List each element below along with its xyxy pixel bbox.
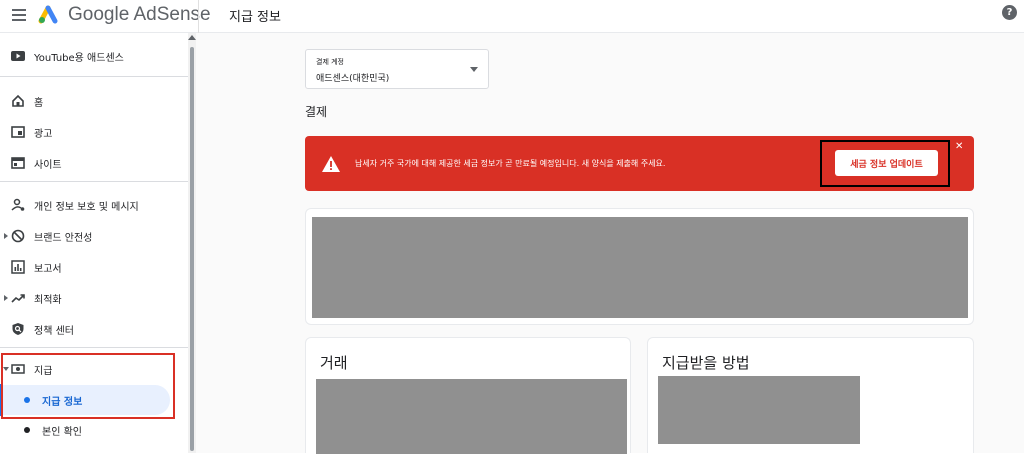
page-title: 지급 정보 xyxy=(229,10,281,25)
card-title: 지급받을 방법 xyxy=(662,354,750,372)
trending-icon xyxy=(11,294,25,303)
sidebar-item-brand-safety[interactable]: 브랜드 안전성 xyxy=(0,222,188,250)
youtube-icon xyxy=(11,51,25,61)
sidebar-item-optimization[interactable]: 최적화 xyxy=(0,284,188,312)
sidebar-item-label: 사이트 xyxy=(34,160,62,171)
top-app-bar: Google AdSense 지급 정보 ? xyxy=(0,0,1024,33)
reports-icon xyxy=(11,260,25,274)
policy-icon xyxy=(12,323,24,335)
adsense-logo-icon xyxy=(38,5,58,24)
sidebar-item-label: 브랜드 안전성 xyxy=(34,233,93,244)
sidebar-divider xyxy=(0,76,188,77)
sidebar-item-home[interactable]: 홈 xyxy=(0,87,188,115)
sidebar-subitem-label: 본인 확인 xyxy=(42,427,82,438)
sidebar-item-label: 정책 센터 xyxy=(34,326,74,337)
hamburger-menu-icon[interactable] xyxy=(12,9,26,21)
block-icon xyxy=(11,229,25,243)
sidebar-divider xyxy=(0,181,188,182)
sidebar-item-policy-center[interactable]: 정책 센터 xyxy=(0,315,188,343)
close-icon[interactable]: ✕ xyxy=(955,141,963,152)
sidebar-nav: YouTube용 애드센스 홈 광고 사이트 개인 정보 보호 및 메시지 브랜… xyxy=(0,33,196,453)
privacy-icon xyxy=(11,198,25,211)
warning-icon xyxy=(322,156,340,172)
dropdown-arrow-icon xyxy=(470,67,478,72)
tax-info-alert-banner: 납세자 거주 국가에 대해 제공한 세금 정보가 곧 만료될 예정입니다. 새 … xyxy=(305,136,974,191)
expand-caret-icon[interactable] xyxy=(4,233,8,239)
header-divider xyxy=(198,0,199,33)
alert-message: 납세자 거주 국가에 대해 제공한 세금 정보가 곧 만료될 예정입니다. 새 … xyxy=(355,159,666,168)
app-name: Google AdSense xyxy=(68,4,211,25)
home-icon xyxy=(12,94,24,107)
select-value: 애드센스(대한민국) xyxy=(316,74,390,84)
sidebar-item-ads[interactable]: 광고 xyxy=(0,118,188,146)
sidebar-item-sites[interactable]: 사이트 xyxy=(0,149,188,177)
payment-method-card: 지급받을 방법 xyxy=(647,337,974,453)
sidebar-divider xyxy=(0,347,188,348)
card-title: 거래 xyxy=(320,354,348,372)
expand-caret-icon[interactable] xyxy=(4,295,8,301)
redacted-placeholder xyxy=(658,376,860,444)
summary-card xyxy=(305,208,974,325)
sidebar-item-label: 최적화 xyxy=(34,295,62,306)
update-tax-info-button[interactable]: 세금 정보 업데이트 xyxy=(835,150,938,176)
scroll-up-arrow-icon[interactable] xyxy=(188,35,196,40)
sidebar-item-privacy[interactable]: 개인 정보 보호 및 메시지 xyxy=(0,191,188,219)
sidebar-item-label: 보고서 xyxy=(34,264,62,275)
sidebar-item-label: 광고 xyxy=(34,129,53,140)
main-content: 결제 계정 애드센스(대한민국) 결제 납세자 거주 국가에 대해 제공한 세금… xyxy=(196,33,1024,454)
sidebar-scrollbar-thumb[interactable] xyxy=(190,47,194,451)
sidebar-item-label: 개인 정보 보호 및 메시지 xyxy=(34,202,139,213)
transactions-card: 거래 xyxy=(305,337,631,454)
sidebar-item-reports[interactable]: 보고서 xyxy=(0,253,188,281)
redacted-placeholder xyxy=(312,217,968,318)
sidebar-item-label: YouTube용 애드센스 xyxy=(34,53,124,64)
help-icon[interactable]: ? xyxy=(1002,5,1017,20)
bullet-dot xyxy=(24,427,30,433)
section-title: 결제 xyxy=(305,105,328,119)
select-label: 결제 계정 xyxy=(316,58,344,66)
annotation-highlight-box xyxy=(1,353,175,419)
sites-icon xyxy=(11,157,25,169)
sidebar-item-label: 홈 xyxy=(34,98,44,109)
sidebar-subitem-identity[interactable]: 본인 확인 xyxy=(2,415,170,445)
sidebar-item-youtube[interactable]: YouTube용 애드센스 xyxy=(0,42,188,70)
payment-account-select[interactable]: 결제 계정 애드센스(대한민국) xyxy=(305,49,489,89)
redacted-placeholder xyxy=(316,379,627,454)
ads-icon xyxy=(11,126,25,138)
